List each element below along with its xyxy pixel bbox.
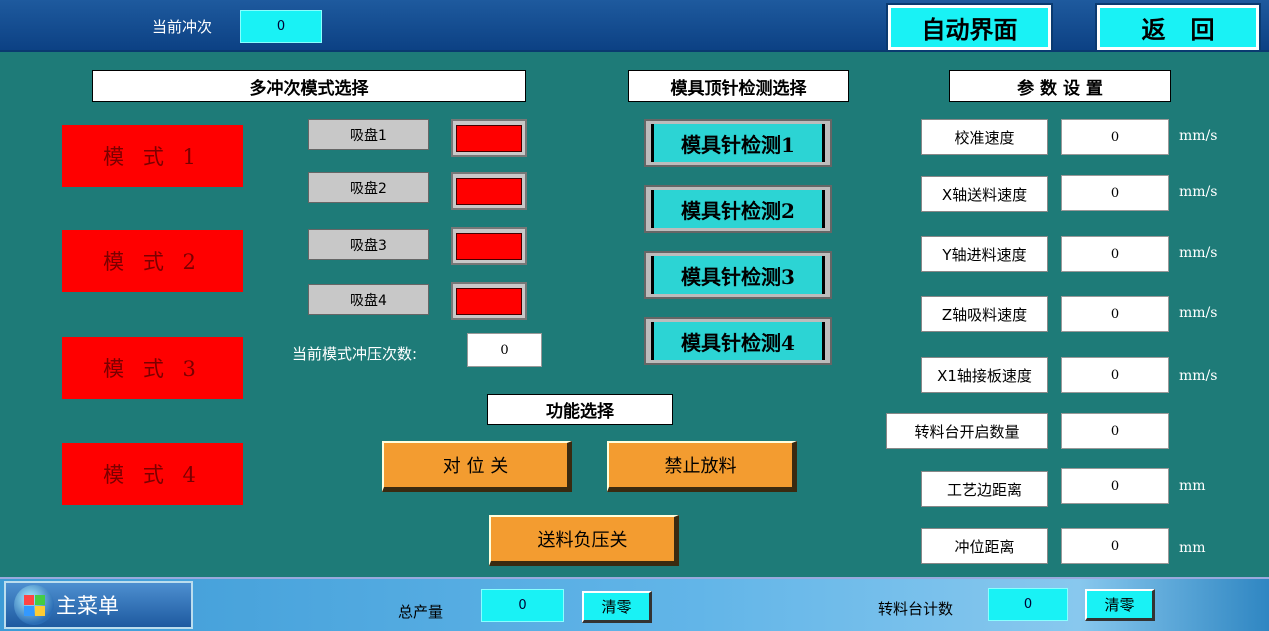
mode-1-button[interactable]: 模 式 1 <box>62 125 243 187</box>
param-punch-distance-input[interactable]: 0 <box>1061 528 1169 564</box>
press-count-value[interactable]: 0 <box>467 333 542 367</box>
param-process-edge-unit: mm <box>1179 478 1206 494</box>
param-y-infeed-speed-unit: mm/s <box>1179 245 1218 261</box>
mold-section-title: 模具顶针检测选择 <box>628 70 849 102</box>
suction-cup-3-label: 吸盘3 <box>308 229 429 260</box>
feed-vacuum-button[interactable]: 送料负压关 <box>489 515 679 566</box>
param-z-suction-speed-unit: mm/s <box>1179 305 1218 321</box>
turntable-count-value: 0 <box>988 588 1068 621</box>
mold-check-3-button[interactable]: 模具针检测3 <box>644 251 832 299</box>
windows-logo-icon <box>14 585 54 625</box>
param-calibration-speed-label: 校准速度 <box>921 119 1048 155</box>
auto-screen-button[interactable]: 自动界面 <box>886 3 1053 52</box>
param-x-feed-speed-label: X轴送料速度 <box>921 176 1048 212</box>
mold-check-2-button[interactable]: 模具针检测2 <box>644 185 832 233</box>
param-calibration-speed-input[interactable]: 0 <box>1061 119 1169 155</box>
mold-check-4-button[interactable]: 模具针检测4 <box>644 317 832 365</box>
clear-turntable-count-button[interactable]: 清零 <box>1085 589 1155 621</box>
param-process-edge-input[interactable]: 0 <box>1061 468 1169 504</box>
params-section-title: 参 数 设 置 <box>949 70 1171 102</box>
mold-check-1-button[interactable]: 模具针检测1 <box>644 119 832 167</box>
total-output-label: 总产量 <box>398 603 444 621</box>
press-count-label: 当前模式冲压次数: <box>292 345 418 363</box>
param-y-infeed-speed-input[interactable]: 0 <box>1061 236 1169 272</box>
param-x1-board-speed-label: X1轴接板速度 <box>921 357 1048 393</box>
turntable-count-label: 转料台计数 <box>878 600 954 618</box>
current-strokes-value: 0 <box>240 10 322 43</box>
align-toggle-button[interactable]: 对 位 关 <box>382 441 572 492</box>
main-menu-button[interactable]: 主菜单 <box>4 581 193 629</box>
no-discharge-button[interactable]: 禁止放料 <box>607 441 797 492</box>
mold-check-1-label: 模具针检测1 <box>651 124 825 162</box>
param-punch-distance-unit: mm <box>1179 540 1206 556</box>
back-button[interactable]: 返 回 <box>1095 3 1261 52</box>
suction-cup-4-lamp <box>451 282 527 320</box>
total-output-value: 0 <box>481 589 564 622</box>
param-y-infeed-speed-label: Y轴进料速度 <box>921 236 1048 272</box>
mode-4-button[interactable]: 模 式 4 <box>62 443 243 505</box>
main-menu-label: 主菜单 <box>56 594 119 618</box>
mold-check-3-label: 模具针检测3 <box>651 256 825 294</box>
param-turntable-count-label: 转料台开启数量 <box>886 413 1048 449</box>
mold-check-2-label: 模具针检测2 <box>651 190 825 228</box>
mode-section-title: 多冲次模式选择 <box>92 70 526 102</box>
suction-cup-1-lamp <box>451 119 527 157</box>
param-punch-distance-label: 冲位距离 <box>921 528 1048 564</box>
param-x1-board-speed-input[interactable]: 0 <box>1061 357 1169 393</box>
mold-check-4-label: 模具针检测4 <box>651 322 825 360</box>
suction-cup-2-lamp <box>451 172 527 210</box>
clear-total-output-button[interactable]: 清零 <box>582 591 652 623</box>
param-z-suction-speed-input[interactable]: 0 <box>1061 296 1169 332</box>
param-x-feed-speed-input[interactable]: 0 <box>1061 175 1169 211</box>
param-turntable-count-input[interactable]: 0 <box>1061 413 1169 449</box>
suction-cup-4-label: 吸盘4 <box>308 284 429 315</box>
param-calibration-speed-unit: mm/s <box>1179 128 1218 144</box>
param-process-edge-label: 工艺边距离 <box>921 471 1048 507</box>
param-x-feed-speed-unit: mm/s <box>1179 184 1218 200</box>
param-x1-board-speed-unit: mm/s <box>1179 368 1218 384</box>
mode-2-button[interactable]: 模 式 2 <box>62 230 243 292</box>
mode-3-button[interactable]: 模 式 3 <box>62 337 243 399</box>
suction-cup-3-lamp <box>451 227 527 265</box>
suction-cup-2-label: 吸盘2 <box>308 172 429 203</box>
function-section-title: 功能选择 <box>487 394 673 425</box>
suction-cup-1-label: 吸盘1 <box>308 119 429 150</box>
param-z-suction-speed-label: Z轴吸料速度 <box>921 296 1048 332</box>
current-strokes-label: 当前冲次 <box>152 18 213 36</box>
